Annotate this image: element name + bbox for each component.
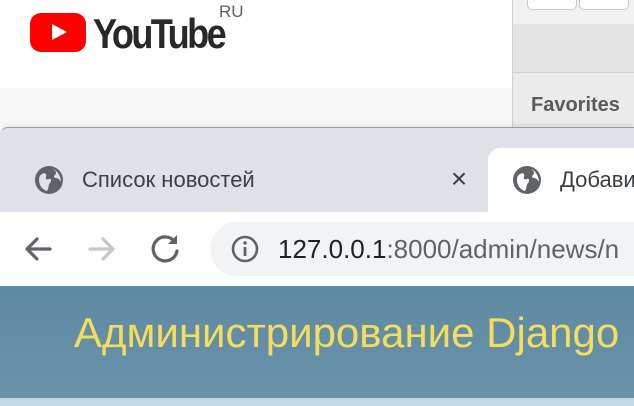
tab-title: Добавить [560,167,634,192]
url-host: 127.0.0.1 [278,234,387,264]
country-code: RU [219,2,244,21]
info-icon[interactable] [230,234,260,264]
globe-icon [513,166,541,194]
favorites-heading: Favorites [531,94,620,116]
youtube-header: YouTube RU [0,0,512,88]
page-content: Администрирование Django [0,286,634,406]
side-toolbar-button[interactable] [527,0,577,10]
screen: YouTube RU Favorites Список новостей × Д… [0,0,634,406]
reload-icon[interactable] [148,231,184,267]
address-bar[interactable]: 127.0.0.1:8000/admin/news/n [210,222,634,276]
youtube-wordmark[interactable]: YouTube [93,8,227,60]
arrow-right-icon[interactable] [84,231,120,267]
django-admin-header: Администрирование Django [0,286,634,398]
breadcrumb-bar [0,398,634,406]
close-tab-icon[interactable]: × [444,164,474,194]
browser-toolbar: 127.0.0.1:8000/admin/news/n [0,212,634,286]
youtube-logo-icon[interactable] [30,13,86,52]
youtube-window: YouTube RU [0,0,512,128]
side-window: Favorites [512,0,634,128]
tab-add[interactable]: Добавить [488,148,634,212]
arrow-left-icon[interactable] [20,231,56,267]
side-toolbar-button[interactable] [579,0,629,10]
url-path: :8000/admin/news/n [386,234,620,264]
side-toolbar [513,0,634,73]
tab-news-list[interactable]: Список новостей × [0,148,488,212]
tab-title: Список новостей [82,167,255,192]
site-title[interactable]: Администрирование Django [74,308,619,358]
chrome-window: Список новостей × Добавить [0,127,634,406]
url-text[interactable]: 127.0.0.1:8000/admin/news/n [278,232,619,266]
globe-icon [35,166,63,194]
play-icon [52,24,67,40]
